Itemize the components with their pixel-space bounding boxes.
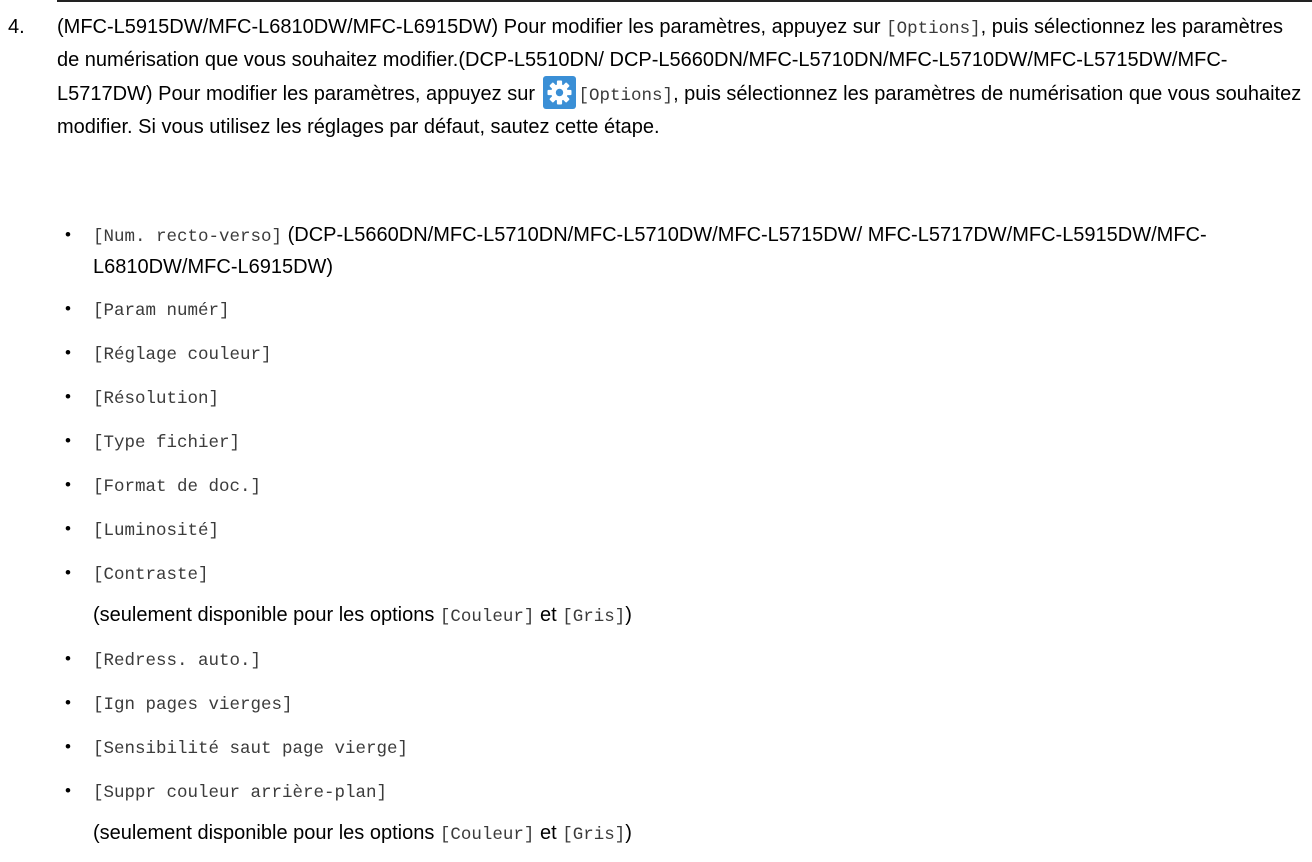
option-ign-pages-vierges: [Ign pages vierges] <box>93 695 293 715</box>
option-contraste: [Contraste] <box>93 565 209 585</box>
list-item: [Ign pages vierges] <box>57 688 1297 720</box>
option-sensibilite: [Sensibilité saut page vierge] <box>93 739 409 759</box>
list-item: [Redress. auto.] <box>57 644 1297 676</box>
option-luminosite: [Luminosité] <box>93 521 220 541</box>
options-code-1: [Options] <box>886 19 981 39</box>
list-item: [Num. recto-verso] (DCP-L5660DN/MFC-L571… <box>57 220 1297 282</box>
list-item: [Type fichier] <box>57 426 1297 458</box>
note-prefix: (seulement disponible pour les options <box>93 822 440 844</box>
note-suffix: ) <box>625 604 632 626</box>
list-item: [Luminosité] <box>57 514 1297 546</box>
note-couleur: [Couleur] <box>439 825 535 845</box>
list-item: [Contraste] (seulement disponible pour le… <box>57 558 1297 632</box>
note-joiner: et <box>534 822 563 844</box>
option-suppr-couleur: [Suppr couleur arrière-plan] <box>93 783 388 803</box>
list-item: [Suppr couleur arrière-plan] (seulement d… <box>57 776 1297 850</box>
top-divider <box>57 0 1312 2</box>
availability-note: (seulement disponible pour les options [… <box>93 818 1297 850</box>
list-item: [Sensibilité saut page vierge] <box>57 732 1297 764</box>
options-code-2: [Options] <box>578 86 674 106</box>
step-4: 4. (MFC-L5915DW/MFC-L6810DW/MFC-L6915DW)… <box>0 12 1312 143</box>
option-resolution: [Résolution] <box>93 389 220 409</box>
option-redress-auto: [Redress. auto.] <box>93 651 262 671</box>
option-param-numer: [Param numér] <box>93 301 230 321</box>
note-gris: [Gris] <box>562 825 626 845</box>
option-num-recto-verso: [Num. recto-verso] <box>93 227 283 247</box>
note-suffix: ) <box>625 822 632 844</box>
option-format-doc: [Format de doc.] <box>93 477 262 497</box>
availability-note: (seulement disponible pour les options [… <box>93 600 1297 632</box>
scan-options-list: [Num. recto-verso] (DCP-L5660DN/MFC-L571… <box>57 220 1297 862</box>
note-prefix: (seulement disponible pour les options <box>93 604 440 626</box>
note-gris: [Gris] <box>562 607 626 627</box>
list-item: [Résolution] <box>57 382 1297 414</box>
note-joiner: et <box>534 604 563 626</box>
list-item: [Format de doc.] <box>57 470 1297 502</box>
list-item: [Param numér] <box>57 294 1297 326</box>
step-text-part-1: (MFC-L5915DW/MFC-L6810DW/MFC-L6915DW) Po… <box>57 16 887 38</box>
note-couleur: [Couleur] <box>439 607 535 627</box>
list-item: [Réglage couleur] <box>57 338 1297 370</box>
option-reglage-couleur: [Réglage couleur] <box>93 345 272 365</box>
gear-icon <box>542 76 576 109</box>
step-instruction: (MFC-L5915DW/MFC-L6810DW/MFC-L6915DW) Po… <box>57 12 1307 143</box>
step-number: 4. <box>8 16 25 38</box>
option-type-fichier: [Type fichier] <box>93 433 241 453</box>
